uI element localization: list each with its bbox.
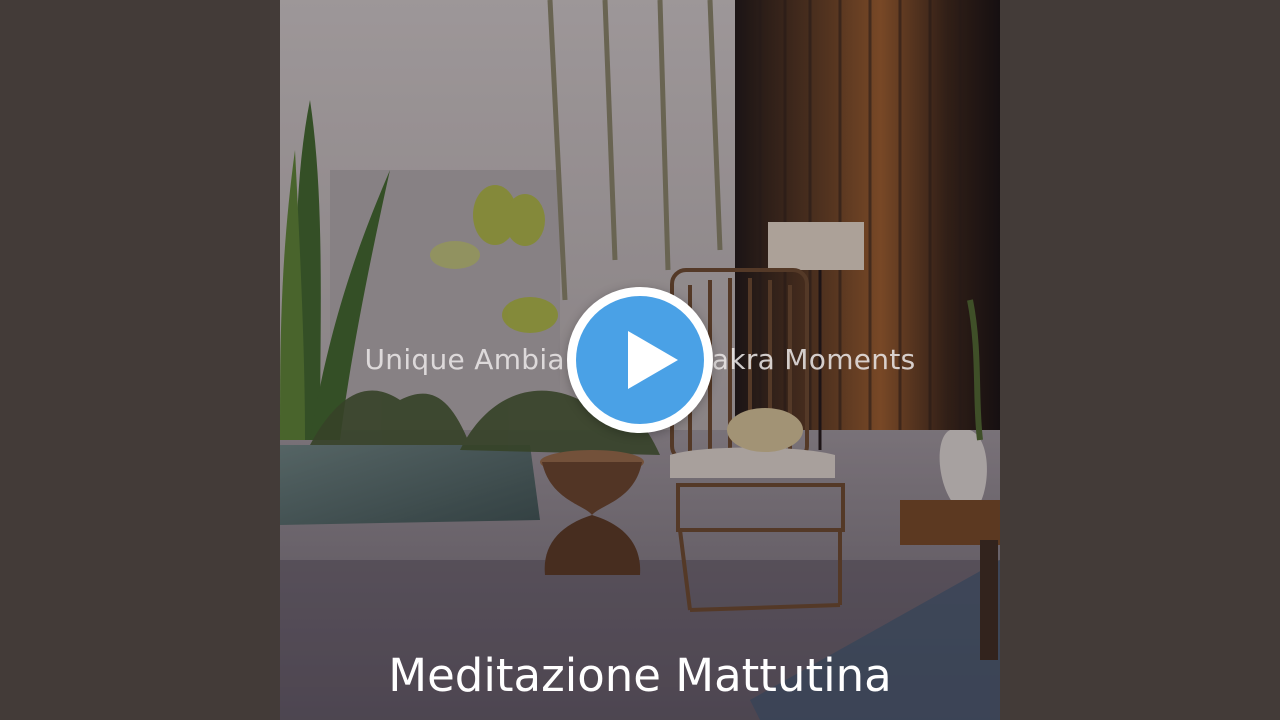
play-button[interactable] bbox=[567, 287, 713, 433]
track-title: Meditazione Mattutina bbox=[388, 649, 892, 702]
letterbox-left bbox=[0, 0, 280, 720]
play-button-circle bbox=[576, 296, 704, 424]
letterbox-right bbox=[1000, 0, 1280, 720]
play-icon bbox=[628, 331, 678, 389]
